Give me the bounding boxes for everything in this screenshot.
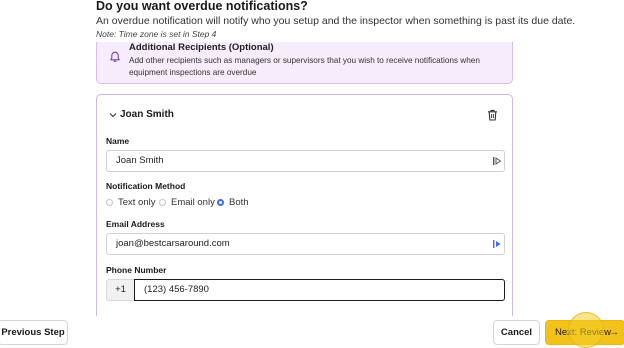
name-input[interactable]: Joan Smith bbox=[106, 150, 505, 172]
radio-label: Email only bbox=[171, 197, 215, 208]
country-code[interactable]: +1 bbox=[106, 279, 134, 301]
radio-circle bbox=[106, 199, 113, 206]
phone-input[interactable]: (123) 456-7890 bbox=[134, 279, 505, 301]
radio-label: Both bbox=[229, 197, 249, 208]
recipient-contact-card: Joan Smith Name Joan Smith Notification … bbox=[96, 94, 513, 334]
arrow-right-icon: → bbox=[609, 327, 620, 338]
contact-header-name[interactable]: Joan Smith bbox=[120, 109, 174, 120]
radio-circle-selected bbox=[217, 199, 224, 206]
recipients-title: Additional Recipients (Optional) bbox=[129, 42, 274, 53]
email-value: joan@bestcarsaround.com bbox=[116, 238, 230, 249]
previous-step-button[interactable]: Previous Step bbox=[0, 320, 68, 345]
name-label: Name bbox=[106, 136, 130, 146]
phone-label: Phone Number bbox=[106, 265, 167, 275]
radio-circle bbox=[159, 199, 166, 206]
trash-icon[interactable] bbox=[487, 109, 498, 121]
autofill-icon[interactable] bbox=[492, 156, 502, 166]
click-highlight bbox=[568, 312, 604, 348]
section-title: Do you want overdue notifications? bbox=[96, 0, 308, 13]
name-value: Joan Smith bbox=[116, 155, 164, 166]
section-description: An overdue notification will notify who … bbox=[96, 15, 576, 27]
email-input[interactable]: joan@bestcarsaround.com bbox=[106, 233, 505, 255]
additional-recipients-card: Additional Recipients (Optional) Add oth… bbox=[96, 42, 513, 84]
radio-label: Text only bbox=[118, 197, 156, 208]
chevron-down-icon[interactable] bbox=[109, 111, 117, 119]
radio-email-only[interactable]: Email only bbox=[159, 197, 215, 208]
timezone-note: Note: Time zone is set in Step 4 bbox=[96, 29, 217, 39]
radio-both[interactable]: Both bbox=[217, 197, 249, 208]
radio-text-only[interactable]: Text only bbox=[106, 197, 156, 208]
recipients-description: Add other recipients such as managers or… bbox=[129, 56, 480, 77]
notification-method-label: Notification Method bbox=[106, 181, 186, 191]
bell-icon bbox=[110, 51, 120, 62]
email-label: Email Address bbox=[106, 219, 165, 229]
cancel-button[interactable]: Cancel bbox=[493, 320, 540, 345]
autofill-icon[interactable] bbox=[492, 239, 502, 249]
